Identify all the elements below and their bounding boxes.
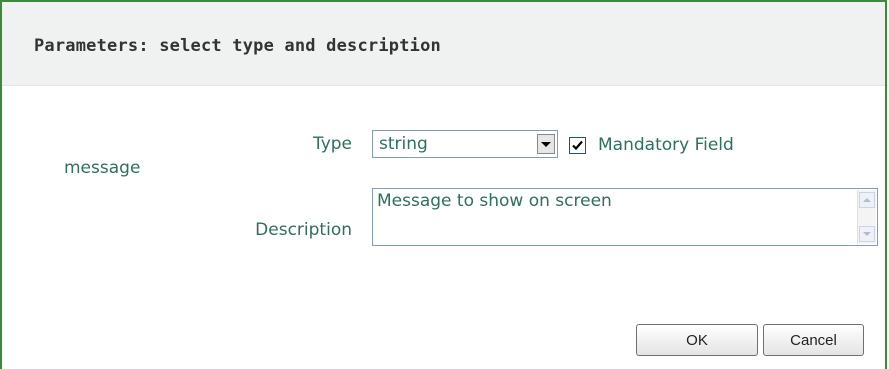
parameter-name: message	[64, 158, 141, 178]
mandatory-checkbox[interactable]	[569, 137, 586, 154]
checkmark-icon	[572, 140, 583, 151]
ok-button[interactable]: OK	[636, 324, 758, 356]
type-select[interactable]: string	[372, 130, 558, 158]
description-textarea[interactable]: Message to show on screen	[372, 188, 878, 246]
parameters-dialog: Parameters: select type and description …	[0, 0, 887, 369]
dialog-title: Parameters: select type and description	[34, 36, 441, 56]
description-text: Message to show on screen	[377, 191, 612, 211]
scroll-down-button[interactable]	[859, 226, 875, 242]
arrow-down-icon	[863, 232, 871, 236]
dropdown-arrow-button[interactable]	[537, 134, 555, 154]
cancel-button[interactable]: Cancel	[763, 324, 864, 356]
header-divider	[2, 86, 885, 100]
type-select-value: string	[379, 134, 428, 154]
arrow-up-icon	[863, 198, 871, 202]
description-label: Description	[255, 220, 352, 240]
type-label: Type	[312, 134, 352, 154]
scrollbar[interactable]	[857, 190, 876, 244]
mandatory-field-label[interactable]: Mandatory Field	[598, 135, 734, 155]
scroll-up-button[interactable]	[859, 192, 875, 208]
chevron-down-icon	[541, 141, 551, 147]
dialog-header: Parameters: select type and description	[2, 2, 885, 86]
